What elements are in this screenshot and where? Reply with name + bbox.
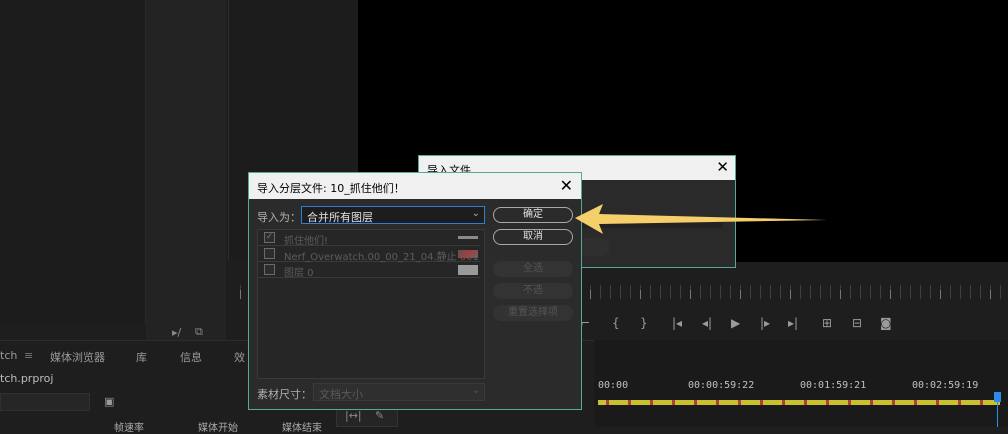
layer-thumbnail [458,236,478,239]
reset-selection-button[interactable]: 重置选择项 [493,305,573,321]
layer-name: 图层 0 [284,268,314,279]
select-none-button[interactable]: 不选 [493,283,573,299]
timeline-work-area[interactable] [598,400,1000,405]
timecode-3: 00:02:59:19 [912,380,979,391]
import-as-label: 导入为： [257,211,301,224]
import-as-value: 合并所有图层 [307,211,373,224]
layer-name: 抓住他们! [284,236,329,247]
tab-project[interactable]: tch [0,349,17,362]
pen-icon[interactable]: ✎ [375,409,384,422]
timecode-1: 00:00:59:22 [688,380,755,391]
chevron-down-icon: ⌄ [471,385,480,396]
step-back-icon[interactable]: ◂| [702,316,712,330]
source-panel [0,0,146,323]
camera-icon[interactable]: ◙ [880,316,892,330]
chevron-down-icon: ⌄ [471,208,480,219]
dialog-title: 导入分层文件: 10_抓住他们！ [257,182,405,195]
step-forward-icon[interactable]: |▸ [760,316,770,330]
tab-menu-icon[interactable]: ≡ [24,349,33,362]
tab-effects[interactable]: 效 [234,349,245,365]
lift-icon[interactable]: ⊞ [822,316,832,330]
timecode-2: 00:01:59:21 [800,380,867,391]
close-icon[interactable]: ✕ [560,176,573,195]
footage-size-value: 文档大小 [319,388,363,401]
playhead-line [997,400,998,427]
import-file-button[interactable] [579,238,609,256]
layer-checkbox[interactable] [264,264,275,275]
select-all-button[interactable]: 全选 [493,261,573,277]
ripple-edit-icon[interactable]: |↔| [345,409,362,422]
tab-info[interactable]: 信息 [180,349,202,365]
annotation-arrow-icon [575,204,827,234]
layer-thumbnail [458,250,478,258]
timecode-0: 00:00 [598,380,629,391]
layer-thumbnail [458,265,478,275]
mark-out-icon[interactable]: } [640,316,648,330]
extract-icon[interactable]: ⊟ [852,316,862,330]
footage-size-select[interactable]: 文档大小 ⌄ [313,383,485,401]
marker-icon[interactable]: ▸/ [172,326,181,339]
play-icon[interactable]: ▶ [731,316,740,330]
footage-size-label: 素材尺寸： [257,388,312,401]
layer-row: ✓ 抓住他们! [258,230,480,247]
project-search-input[interactable] [0,393,90,411]
import-as-select[interactable]: 合并所有图层 ⌄ [301,206,485,224]
import-file-close-icon[interactable]: ✕ [716,158,729,176]
panel-divider-area [146,0,226,340]
go-to-end-icon[interactable]: ▸| [788,316,798,330]
layer-checkbox[interactable] [264,248,275,259]
dialog-titlebar[interactable]: 导入分层文件: 10_抓住他们！ ✕ [249,173,581,199]
new-bin-icon[interactable]: ▣ [104,395,114,408]
import-layered-file-dialog: 导入分层文件: 10_抓住他们！ ✕ 导入为： 合并所有图层 ⌄ ✓ 抓住他们!… [248,172,582,410]
export-frame-icon[interactable]: ⧉ [195,325,203,339]
ok-button[interactable]: 确定 [493,207,573,223]
layer-name: Nerf_Overwatch.00_00_21_04.静止 001 [284,252,479,263]
layer-list: ✓ 抓住他们! Nerf_Overwatch.00_00_21_04.静止 00… [257,229,485,379]
go-to-start-icon[interactable]: |◂ [672,316,682,330]
tab-libraries[interactable]: 库 [136,349,147,365]
layer-row: Nerf_Overwatch.00_00_21_04.静止 001 [258,246,480,263]
layer-row: 图层 0 [258,262,480,279]
layer-checkbox[interactable]: ✓ [264,232,275,243]
tab-media-browser[interactable]: 媒体浏览器 [50,349,105,365]
cancel-button[interactable]: 取消 [493,229,573,245]
project-file-name: tch.prproj [0,372,54,385]
mark-in-icon[interactable]: { [612,316,620,330]
